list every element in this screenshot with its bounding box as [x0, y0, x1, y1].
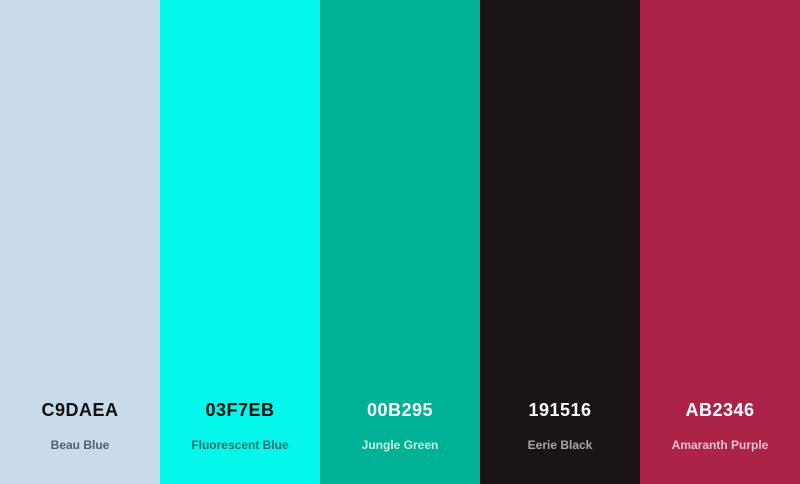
color-name: Fluorescent Blue: [191, 438, 289, 452]
color-palette: C9DAEA Beau Blue 03F7EB Fluorescent Blue…: [0, 0, 800, 484]
hex-code: 00B295: [366, 400, 434, 420]
color-name: Jungle Green: [361, 438, 439, 452]
hex-code: 191516: [528, 400, 592, 420]
swatch-jungle-green[interactable]: 00B295 Jungle Green: [320, 0, 480, 484]
color-name: Amaranth Purple: [671, 438, 769, 452]
hex-code: AB2346: [685, 400, 755, 420]
hex-code: C9DAEA: [41, 400, 119, 420]
swatch-eerie-black[interactable]: 191516 Eerie Black: [480, 0, 640, 484]
swatch-beau-blue[interactable]: C9DAEA Beau Blue: [0, 0, 160, 484]
hex-code: 03F7EB: [205, 400, 275, 420]
color-name: Beau Blue: [50, 438, 110, 452]
color-name: Eerie Black: [527, 438, 593, 452]
swatch-amaranth-purple[interactable]: AB2346 Amaranth Purple: [640, 0, 800, 484]
swatch-fluorescent-blue[interactable]: 03F7EB Fluorescent Blue: [160, 0, 320, 484]
